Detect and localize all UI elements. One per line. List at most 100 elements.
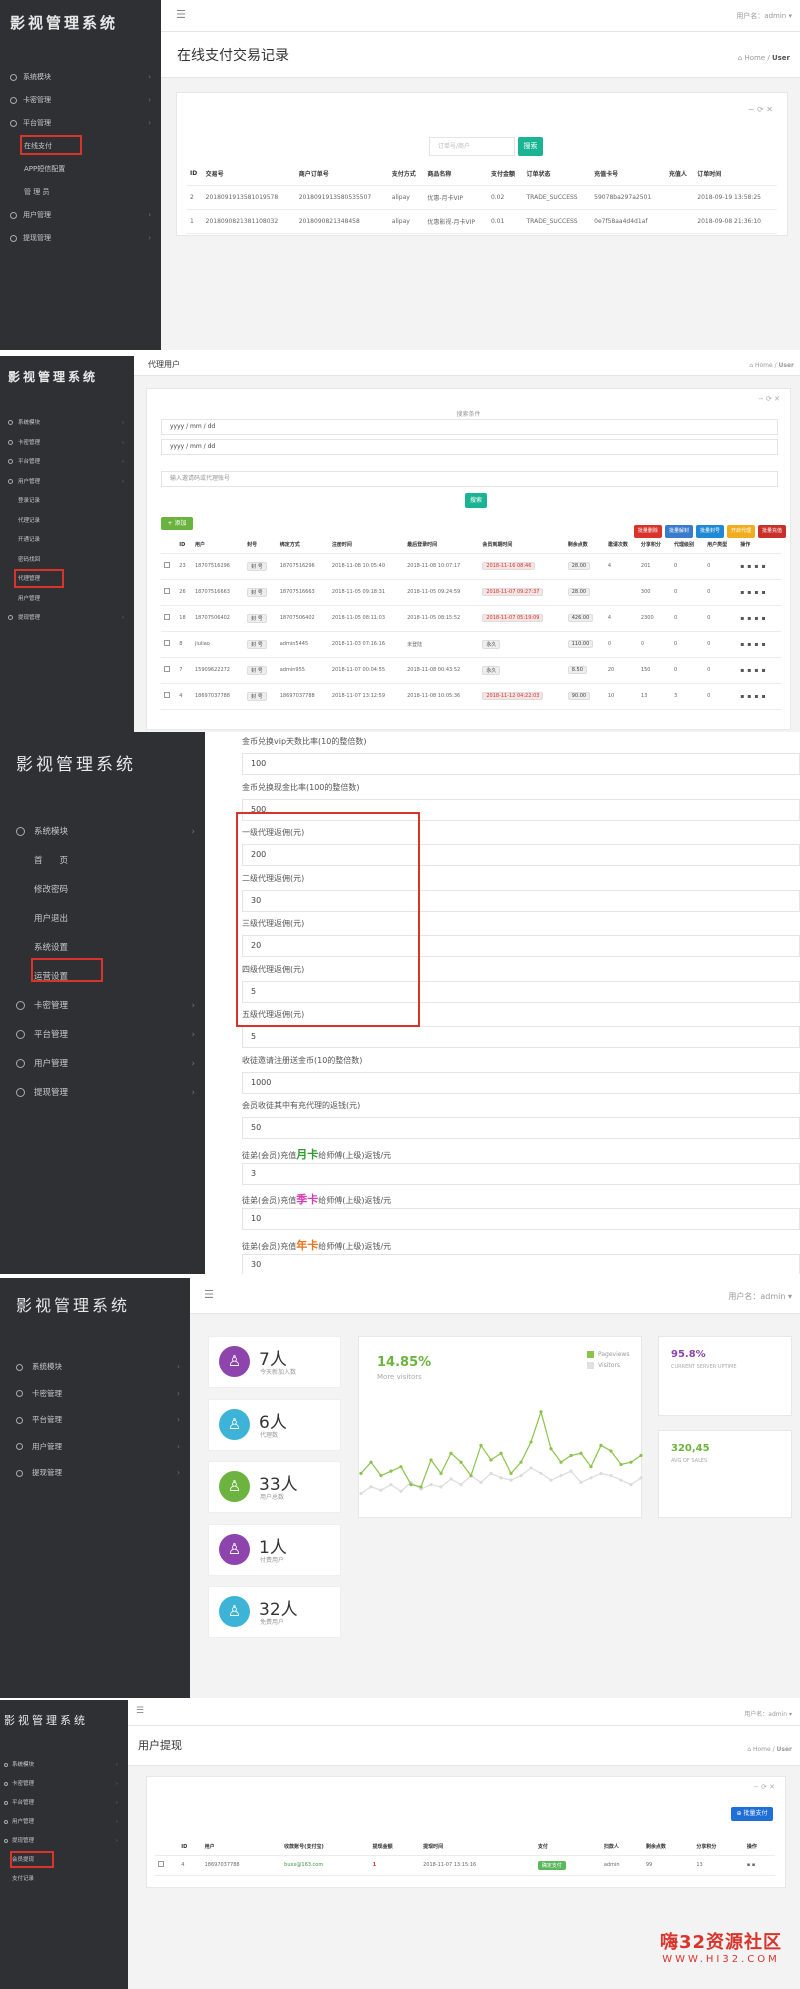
setting-input[interactable]: 10 [242,1208,800,1230]
sidebar-item[interactable]: 平台管理 › [0,112,161,135]
sidebar-item[interactable]: 提现管理 › [0,609,134,629]
edit-icon[interactable]: ▪ [740,641,744,648]
edit-icon[interactable]: ▪ ▪ [747,1862,755,1868]
end-date-input[interactable]: yyyy / mm / dd [161,439,778,455]
menu-toggle-icon[interactable]: ☰ [204,1288,214,1301]
edit-icon[interactable]: ▪ [740,693,744,700]
sidebar-item[interactable]: 管 理 员 [0,181,161,204]
ban-button[interactable]: 封 号 [247,691,267,701]
list-icon[interactable]: ▪ [754,615,758,622]
collapse-icon[interactable]: − [748,105,755,114]
setting-input[interactable]: 100 [242,753,800,775]
setting-input[interactable]: 5 [242,1026,800,1048]
edit-icon[interactable]: ▪ [740,563,744,570]
ban-button[interactable]: 封 号 [247,561,267,571]
sidebar-item[interactable]: 首 页 [0,847,205,876]
list-icon[interactable]: ▪ [754,693,758,700]
user-menu[interactable]: 用户名：admin ▾ [744,1709,792,1718]
list-icon[interactable]: ▪ [754,563,758,570]
row-checkbox[interactable] [164,692,170,698]
sidebar-item[interactable]: 系统模块 › [0,818,205,847]
view-icon[interactable]: ▪ [747,667,751,674]
sidebar-item[interactable]: 系统模块 › [0,1756,128,1775]
sidebar-item[interactable]: 提现管理 › [0,1460,190,1487]
setting-input[interactable]: 3 [242,1162,800,1185]
view-icon[interactable]: ▪ [747,641,751,648]
sidebar-item[interactable]: 代理记录 [0,512,134,532]
list-icon[interactable]: ▪ [754,589,758,596]
menu-toggle-icon[interactable]: ☰ [136,1706,144,1716]
view-icon[interactable]: ▪ [747,693,751,700]
copy-icon[interactable]: ▪ [761,641,765,648]
column-header: 订单状态 [523,163,592,186]
sidebar-item[interactable]: 系统模块 › [0,1354,190,1381]
sidebar-item[interactable]: 平台管理 › [0,1794,128,1813]
batch-pay-button[interactable]: ⊕ 批量支付 [731,1807,773,1821]
sidebar-item[interactable]: APP短信配置 [0,158,161,181]
sidebar-item[interactable]: 平台管理 › [0,1021,205,1050]
refresh-icon[interactable]: ⟳ [757,105,764,114]
sidebar-item[interactable]: 系统模块 › [0,66,161,89]
copy-icon[interactable]: ▪ [761,615,765,622]
edit-icon[interactable]: ▪ [740,615,744,622]
sidebar-item[interactable]: 用户管理 › [0,1434,190,1461]
sidebar-item[interactable]: 卡密管理 › [0,89,161,112]
sidebar-item[interactable]: 用户管理 › [0,204,161,227]
user-menu[interactable]: 用户名：admin ▾ [736,11,792,21]
sidebar-item[interactable]: 登录记录 [0,492,134,512]
sidebar-item[interactable]: 卡密管理 › [0,1381,190,1408]
sidebar-item[interactable]: 支付记录 [0,1870,128,1889]
row-checkbox[interactable] [158,1861,164,1867]
sidebar-item[interactable]: 卡密管理 › [0,992,205,1021]
add-button[interactable]: + 添加 [161,517,193,530]
sidebar-item[interactable]: 平台管理 › [0,453,134,473]
view-icon[interactable]: ▪ [747,589,751,596]
menu-toggle-icon[interactable]: ☰ [176,8,186,21]
sidebar-item[interactable]: 系统模块 › [0,414,134,434]
sidebar-item[interactable]: 卡密管理 › [0,1775,128,1794]
sidebar-item[interactable]: 修改密码 [0,876,205,905]
sidebar-item[interactable]: 用户管理 › [0,473,134,493]
setting-input[interactable]: 30 [242,1253,800,1274]
sidebar-item[interactable]: 密码找回 [0,551,134,571]
copy-icon[interactable]: ▪ [761,693,765,700]
search-button[interactable]: 搜索 [465,493,487,508]
view-icon[interactable]: ▪ [747,563,751,570]
user-menu[interactable]: 用户名：admin ▾ [728,1291,792,1302]
sidebar-item[interactable]: 卡密管理 › [0,434,134,454]
list-icon[interactable]: ▪ [754,667,758,674]
keyword-input[interactable]: 输入邀请码或代理账号 [161,471,778,487]
sidebar-item[interactable]: 开通记录 [0,531,134,551]
setting-input[interactable]: 50 [242,1117,800,1139]
sidebar-item[interactable]: 提现管理 › [0,1832,128,1851]
setting-input[interactable]: 1000 [242,1071,800,1094]
list-icon[interactable]: ▪ [754,641,758,648]
sidebar-item[interactable]: 提现管理 › [0,227,161,250]
row-checkbox[interactable] [164,666,170,672]
ban-button[interactable]: 封 号 [247,613,267,623]
close-icon[interactable]: ✕ [766,105,773,114]
sidebar-item[interactable]: 用户管理 › [0,1050,205,1079]
edit-icon[interactable]: ▪ [740,667,744,674]
sidebar-item[interactable]: 提现管理 › [0,1079,205,1108]
copy-icon[interactable]: ▪ [761,667,765,674]
ban-button[interactable]: 封 号 [247,587,267,597]
ban-button[interactable]: 封 号 [247,665,267,675]
start-date-input[interactable]: yyyy / mm / dd [161,419,778,435]
sidebar-item[interactable]: 用户管理 [0,590,134,610]
search-input[interactable]: 订单号/商户 [429,137,515,156]
sidebar-item[interactable]: 平台管理 › [0,1407,190,1434]
sidebar-item[interactable]: 用户退出 [0,905,205,934]
copy-icon[interactable]: ▪ [761,563,765,570]
row-checkbox[interactable] [164,562,170,568]
row-checkbox[interactable] [164,640,170,646]
row-checkbox[interactable] [164,588,170,594]
row-checkbox[interactable] [164,614,170,620]
edit-icon[interactable]: ▪ [740,589,744,596]
ban-button[interactable]: 封 号 [247,639,267,649]
confirm-pay-button[interactable]: 确定支付 [537,1860,566,1870]
view-icon[interactable]: ▪ [747,615,751,622]
copy-icon[interactable]: ▪ [761,589,765,596]
search-button[interactable]: 搜索 [518,137,543,156]
sidebar-item[interactable]: 用户管理 › [0,1813,128,1832]
